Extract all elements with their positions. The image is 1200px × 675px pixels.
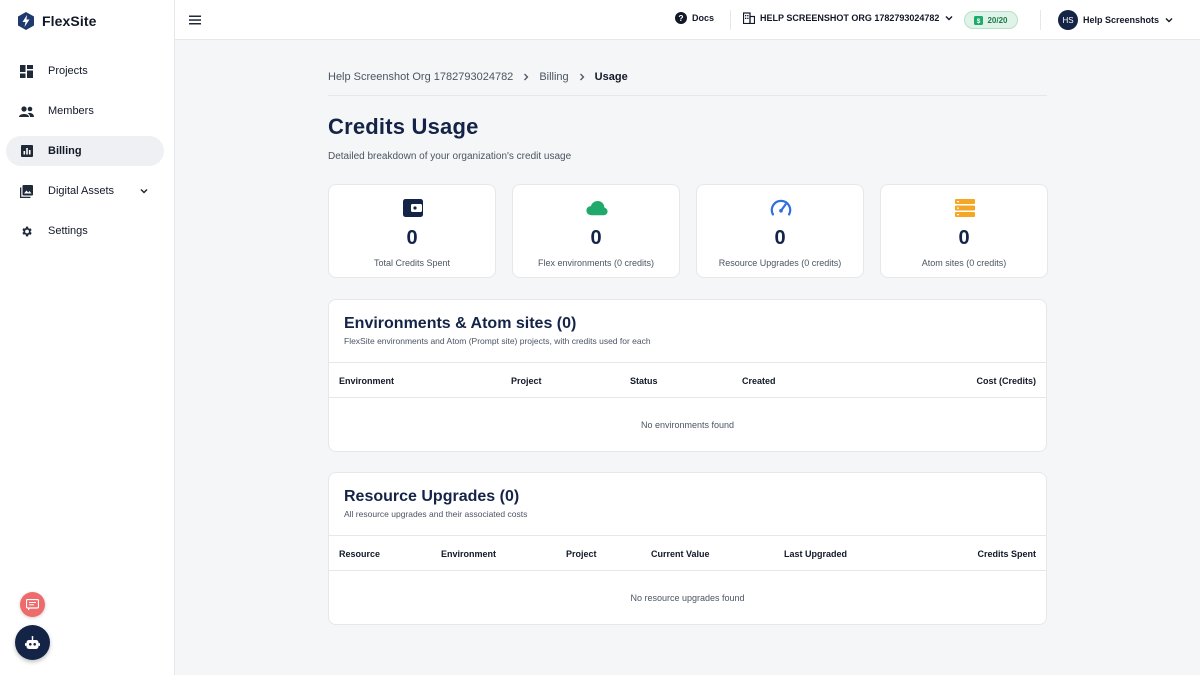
column-header-credits-spent[interactable]: Credits Spent	[977, 549, 1036, 559]
chevron-right-icon	[579, 73, 585, 81]
section-subtitle: FlexSite environments and Atom (Prompt s…	[344, 336, 651, 346]
sidebar-item-label: Settings	[48, 225, 88, 237]
column-header-environment[interactable]: Environment	[339, 376, 394, 386]
cloud-icon	[586, 197, 608, 219]
empty-state: No environments found	[640, 420, 735, 430]
building-icon	[743, 12, 755, 24]
divider	[1040, 10, 1041, 30]
stat-value: 0	[406, 227, 418, 249]
chevron-down-icon	[1165, 18, 1173, 23]
column-header-last-upgraded[interactable]: Last Upgraded	[784, 549, 847, 559]
empty-state: No resource upgrades found	[630, 593, 745, 603]
stat-card-total: 0 Total Credits Spent	[328, 184, 496, 278]
column-header-project[interactable]: Project	[511, 376, 542, 386]
docs-link[interactable]: ? Docs	[675, 12, 714, 24]
flexsite-logo-icon	[18, 12, 34, 30]
assistant-bot-button[interactable]	[15, 625, 50, 660]
dashboard-icon	[19, 64, 34, 79]
stat-label: Atom sites (0 credits)	[921, 258, 1007, 268]
page-title: Credits Usage	[328, 114, 479, 139]
stat-value: 0	[774, 227, 786, 249]
page-subtitle: Detailed breakdown of your organization'…	[328, 151, 572, 162]
brand[interactable]: FlexSite	[16, 10, 97, 32]
column-header-cost[interactable]: Cost (Credits)	[976, 376, 1036, 386]
credit-coin-icon: $	[974, 15, 984, 25]
table-header: Resource Environment Project Current Val…	[329, 535, 1046, 571]
docs-label: Docs	[692, 13, 715, 23]
gear-icon	[19, 224, 34, 239]
breadcrumb-org[interactable]: Help Screenshot Org 1782793024782	[328, 71, 513, 83]
column-header-project[interactable]: Project	[566, 549, 597, 559]
robot-icon	[25, 635, 40, 649]
breadcrumb-usage: Usage	[594, 71, 628, 83]
column-header-environment[interactable]: Environment	[441, 549, 496, 559]
stat-card-flex-environments: 0 Flex environments (0 credits)	[512, 184, 680, 278]
stat-label: Total Credits Spent	[373, 258, 451, 268]
sidebar-item-settings[interactable]: Settings	[6, 216, 164, 246]
avatar: HS	[1058, 10, 1078, 30]
sidebar: FlexSite Projects Members Billing Digita…	[0, 0, 175, 675]
sidebar-item-label: Members	[48, 105, 94, 117]
chevron-right-icon	[524, 73, 529, 81]
image-gallery-icon	[19, 184, 34, 199]
table-header: Environment Project Status Created Cost …	[329, 362, 1046, 398]
divider	[328, 95, 1047, 96]
section-subtitle: All resource upgrades and their associat…	[344, 509, 528, 519]
help-circle-icon: ?	[675, 12, 687, 24]
stat-card-resource-upgrades: 0 Resource Upgrades (0 credits)	[696, 184, 864, 278]
wallet-icon	[402, 197, 424, 219]
org-name: HELP SCREENSHOT ORG 1782793024782	[760, 13, 940, 23]
stat-card-atom-sites: 0 Atom sites (0 credits)	[880, 184, 1048, 278]
resource-upgrades-table-card: Resource Upgrades (0) All resource upgra…	[328, 472, 1047, 625]
svg-text:$: $	[977, 18, 981, 25]
stat-label: Flex environments (0 credits)	[537, 258, 655, 268]
sidebar-item-label: Digital Assets	[48, 185, 115, 197]
topbar: ? Docs HELP SCREENSHOT ORG 1782793024782…	[175, 0, 1200, 40]
column-header-resource[interactable]: Resource	[339, 549, 380, 559]
people-icon	[19, 104, 34, 119]
sidebar-item-digital-assets[interactable]: Digital Assets	[6, 176, 164, 206]
breadcrumb: Help Screenshot Org 1782793024782 Billin…	[328, 71, 628, 83]
bar-chart-icon	[19, 144, 34, 159]
org-switcher[interactable]: HELP SCREENSHOT ORG 1782793024782	[743, 12, 954, 24]
divider	[730, 10, 731, 30]
credits-badge[interactable]: $ 20/20	[964, 11, 1018, 29]
sidebar-item-billing[interactable]: Billing	[6, 136, 164, 166]
storage-icon	[954, 197, 976, 219]
sidebar-item-label: Projects	[48, 65, 88, 77]
section-title: Resource Upgrades (0)	[344, 488, 520, 505]
stat-value: 0	[958, 227, 970, 249]
breadcrumb-billing[interactable]: Billing	[539, 71, 568, 83]
speedometer-icon	[770, 197, 792, 219]
hamburger-menu-icon[interactable]	[188, 13, 202, 27]
section-title: Environments & Atom sites (0)	[344, 315, 577, 332]
stat-label: Resource Upgrades (0 credits)	[718, 258, 842, 268]
user-name: Help Screenshots	[1083, 15, 1160, 25]
sidebar-item-label: Billing	[48, 145, 82, 157]
column-header-current-value[interactable]: Current Value	[651, 549, 710, 559]
user-menu[interactable]: HS Help Screenshots	[1058, 10, 1174, 30]
chevron-down-icon[interactable]	[138, 185, 150, 197]
sidebar-item-members[interactable]: Members	[6, 96, 164, 126]
chevron-down-icon	[945, 16, 953, 21]
svg-text:?: ?	[678, 13, 683, 23]
column-header-created[interactable]: Created	[742, 376, 776, 386]
feedback-button[interactable]	[20, 592, 45, 617]
environments-table-card: Environments & Atom sites (0) FlexSite e…	[328, 299, 1047, 452]
brand-name: FlexSite	[42, 13, 97, 29]
chat-icon	[26, 598, 39, 610]
stat-value: 0	[590, 227, 602, 249]
sidebar-item-projects[interactable]: Projects	[6, 56, 164, 86]
credits-count: 20/20	[987, 15, 1008, 25]
column-header-status[interactable]: Status	[630, 376, 658, 386]
